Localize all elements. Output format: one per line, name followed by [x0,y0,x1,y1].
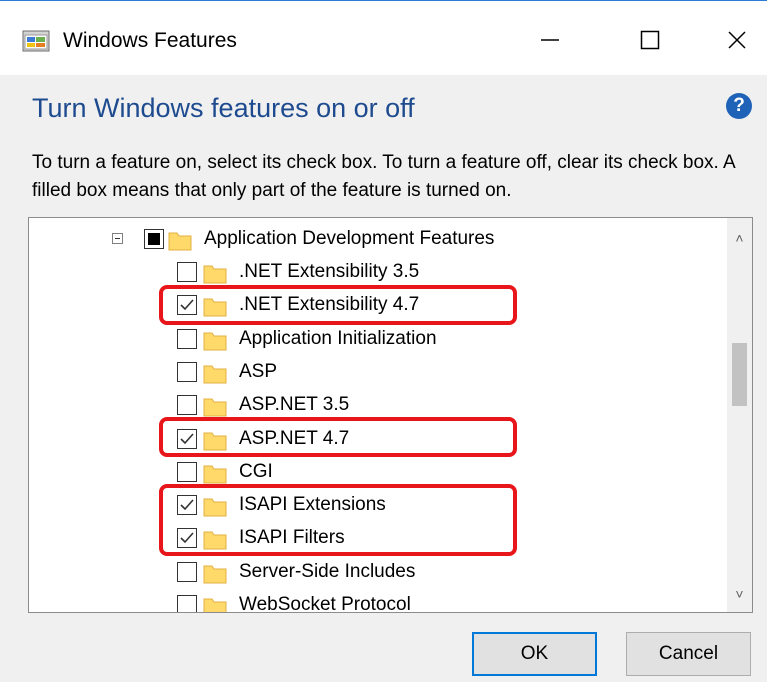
minimize-button[interactable] [525,19,575,61]
tree-item[interactable]: ASP.NET 3.5 [29,390,719,420]
maximize-icon [640,30,660,50]
tree-item-label: WebSocket Protocol [239,594,411,613]
instructions-text: To turn a feature on, select its check b… [32,152,735,201]
folder-icon [203,562,227,584]
help-icon[interactable]: ? [726,93,752,119]
tree-scrollbar[interactable]: ˄ ˅ [727,218,752,612]
scroll-down-icon[interactable]: ˅ [727,582,752,606]
tree-item-application-development-features[interactable]: Application Development Features [29,224,719,254]
scroll-up-icon[interactable]: ˄ [727,226,752,250]
feature-checkbox[interactable] [177,361,197,382]
feature-checkbox-partial[interactable] [144,229,164,249]
collapse-toggle-icon[interactable] [112,233,123,244]
feature-checkbox[interactable] [177,561,197,582]
folder-icon [203,262,227,284]
tree-item[interactable]: WebSocket Protocol [29,590,719,613]
folder-icon [168,229,192,251]
folder-icon [203,462,227,484]
title-bar[interactable]: Windows Features [0,1,767,75]
tree-item[interactable]: .NET Extensibility 3.5 [29,257,719,287]
tree-item[interactable]: Application Initialization [29,324,719,354]
folder-icon [203,395,227,417]
cancel-button[interactable]: Cancel [626,632,751,676]
tree-item-label: ASP.NET 3.5 [239,394,350,416]
features-tree[interactable]: Application Development Features .NET Ex… [28,217,753,613]
tree-item[interactable]: ASP [29,357,719,387]
windows-features-dialog: Windows Features Turn Windows features o… [0,0,767,682]
minimize-icon [541,39,559,41]
tree-item[interactable]: CGI [29,457,719,487]
maximize-button[interactable] [625,19,675,61]
ok-button[interactable]: OK [472,632,597,676]
feature-checkbox[interactable] [177,262,197,282]
scrollbar-thumb[interactable] [732,342,747,407]
highlight-net-extensibility-47 [159,285,517,325]
folder-icon [203,595,227,612]
feature-checkbox[interactable] [177,461,197,482]
close-icon [728,31,746,49]
feature-checkbox[interactable] [177,395,197,416]
tree-item-label: CGI [239,460,273,482]
page-title: Turn Windows features on or off [32,93,415,123]
tree-item-label: Server-Side Includes [239,560,416,582]
folder-icon [203,362,227,384]
feature-checkbox[interactable] [177,595,197,612]
highlight-aspnet-47 [159,417,517,457]
tree-item-label: .NET Extensibility 3.5 [239,261,420,282]
tree-item[interactable]: Server-Side Includes [29,557,719,587]
highlight-isapi [159,484,517,556]
close-button[interactable] [712,19,762,61]
window-title: Windows Features [63,29,237,52]
tree-item-label: Application Development Features [204,228,495,249]
tree-item-label: ASP [239,360,278,382]
feature-checkbox[interactable] [177,328,197,349]
folder-icon [203,329,227,351]
windows-features-app-icon [22,29,52,55]
tree-item-label: Application Initialization [239,327,437,349]
